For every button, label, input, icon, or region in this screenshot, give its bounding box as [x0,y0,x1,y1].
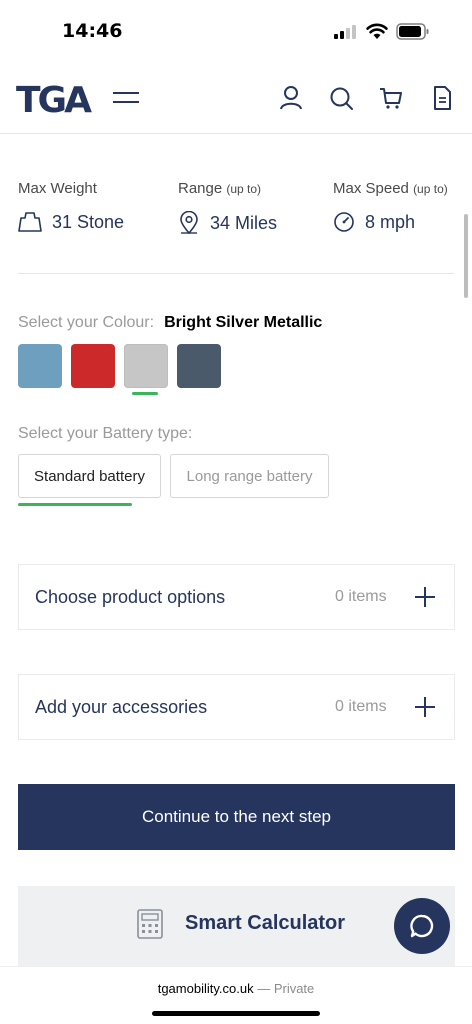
spec-value: 34 Miles [210,212,278,233]
spec-label: Max Weight [18,180,97,197]
battery-icon [396,23,429,40]
spec-max-weight: Max Weight 31 Stone [18,180,124,233]
option-title: Add your accessories [35,697,208,717]
selected-colour-name: Bright Silver Metallic [164,314,323,331]
spec-range: Range (up to) 34 Miles [178,180,277,235]
url-domain: tgamobility.co.uk [157,981,254,996]
plus-icon[interactable] [415,587,435,607]
colour-swatch-silver[interactable] [124,344,168,388]
url-text: tgamobility.co.uk — Private [0,981,472,996]
selected-swatch-indicator [132,392,158,395]
selected-battery-indicator [18,503,132,506]
site-header: TGA [0,62,472,134]
signal-icon [334,25,360,39]
chat-icon [410,914,434,938]
wifi-icon [366,23,388,39]
spec-value: 8 mph [365,211,416,232]
plus-icon[interactable] [415,697,435,717]
continue-button[interactable]: Continue to the next step [18,784,455,850]
user-icon[interactable] [277,84,305,112]
option-count: 0 items [335,588,387,605]
spec-value: 31 Stone [52,211,125,232]
smart-calculator-title: Smart Calculator [185,912,346,934]
speedometer-icon [334,212,354,232]
home-indicator [152,1011,320,1016]
colour-swatch-red[interactable] [71,344,115,388]
long-range-battery-button[interactable]: Long range battery [170,454,329,498]
colour-selector-label: Select your Colour: Bright Silver Metalli… [18,314,323,331]
browser-url-bar[interactable]: tgamobility.co.uk — Private [0,966,472,1024]
spec-label: Max Speed (up to) [333,180,448,197]
document-icon[interactable] [428,84,456,112]
search-icon[interactable] [327,84,355,112]
weight-icon [18,212,42,232]
option-count: 0 items [335,698,387,715]
add-accessories-row[interactable]: Add your accessories 0 items [18,674,455,740]
chat-button[interactable] [394,898,450,954]
divider [18,273,454,274]
menu-icon[interactable] [113,90,139,106]
colour-swatch-blue[interactable] [18,344,62,388]
tga-logo[interactable]: TGA [16,80,92,121]
smart-calculator-card[interactable]: Smart Calculator [18,886,455,966]
standard-battery-button[interactable]: Standard battery [18,454,161,498]
location-pin-icon [180,211,198,235]
cart-icon[interactable] [377,84,405,112]
spec-max-speed: Max Speed (up to) 8 mph [333,180,448,233]
status-bar: 14:46 [0,0,472,62]
product-specs: Max Weight 31 Stone Range (up to) 34 Mil… [18,180,458,240]
spec-label: Range (up to) [178,180,262,197]
option-title: Choose product options [35,587,226,607]
status-time: 14:46 [62,20,123,42]
scrollbar[interactable] [464,214,468,298]
colour-swatch-grey[interactable] [177,344,221,388]
calculator-icon [137,909,163,939]
choose-product-options-row[interactable]: Choose product options 0 items [18,564,455,630]
private-mode-label: — Private [257,981,315,996]
battery-type-label: Select your Battery type: [18,425,193,442]
